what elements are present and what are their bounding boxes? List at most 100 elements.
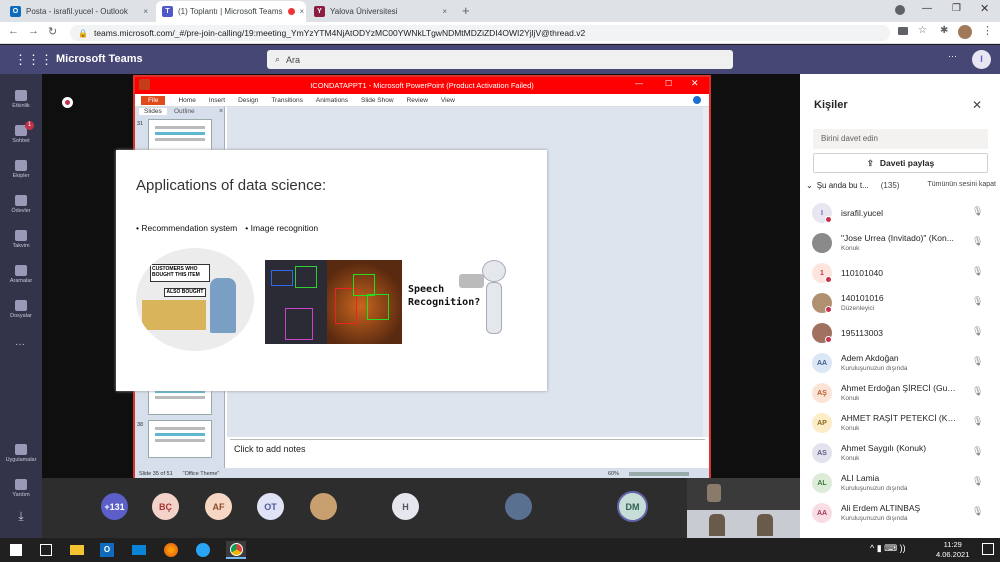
- close-icon[interactable]: ×: [442, 7, 447, 16]
- ribbon-tab-0[interactable]: File: [141, 95, 166, 105]
- rail-item-3[interactable]: Ödevler: [0, 187, 42, 221]
- url-field[interactable]: 🔒 teams.microsoft.com/_#/pre-join-callin…: [70, 25, 890, 41]
- zoom-level[interactable]: 60%: [608, 471, 619, 477]
- in-meeting-header[interactable]: ⌄ Şu anda bu t... (135) Tümünün sesini k…: [806, 181, 996, 190]
- participant-item[interactable]: AL ALI Lamia Kuruluşunuzun dışında 🎙: [812, 473, 992, 501]
- ribbon-tab-7[interactable]: Review: [407, 97, 428, 104]
- mic-muted-icon[interactable]: 🎙: [972, 296, 984, 308]
- ribbon-tab-6[interactable]: Slide Show: [361, 97, 394, 104]
- call-participant-avatar[interactable]: OT: [257, 493, 284, 520]
- close-icon[interactable]: ×: [143, 7, 148, 16]
- participant-item[interactable]: AS Ahmet Saygılı (Konuk) Konuk 🎙: [812, 443, 992, 471]
- call-participant-avatar[interactable]: BÇ: [152, 493, 179, 520]
- participant-item[interactable]: AA Ali Erdem ALTINBAŞ Kuruluşunuzun dışınd…: [812, 503, 992, 531]
- ppt-close-icon[interactable]: ✕: [691, 78, 699, 89]
- ribbon-tab-8[interactable]: View: [441, 97, 455, 104]
- task-view-icon[interactable]: [40, 544, 52, 556]
- rail-item-1[interactable]: Sohbet 1: [0, 117, 42, 151]
- call-participant-avatar[interactable]: H: [392, 493, 419, 520]
- back-icon[interactable]: ←: [8, 25, 19, 37]
- forward-icon[interactable]: →: [28, 25, 39, 37]
- mic-muted-icon[interactable]: 🎙: [972, 206, 984, 218]
- outlook-taskbar-icon[interactable]: O: [100, 543, 114, 557]
- mic-muted-icon[interactable]: 🎙: [972, 236, 984, 248]
- mic-muted-icon[interactable]: 🎙: [972, 356, 984, 368]
- new-tab-button[interactable]: +: [462, 3, 470, 18]
- participant-item[interactable]: AA Adem Akdoğan Kuruluşunuzun dışında 🎙: [812, 353, 992, 381]
- notes-pane[interactable]: Click to add notes: [230, 439, 705, 467]
- more-icon[interactable]: ···: [948, 51, 957, 61]
- rail-item-5[interactable]: Aramalar: [0, 257, 42, 291]
- notifications-icon[interactable]: [982, 543, 994, 555]
- share-invite-button[interactable]: ⇪ Daveti paylaş: [813, 153, 988, 173]
- menu-icon[interactable]: ⋮: [982, 24, 993, 37]
- mic-muted-icon[interactable]: 🎙: [972, 506, 984, 518]
- participant-item[interactable]: 195113003 🎙: [812, 323, 992, 351]
- mute-all-button[interactable]: Tümünün sesini kapat: [928, 181, 996, 190]
- mic-muted-icon[interactable]: 🎙: [972, 416, 984, 428]
- participant-item[interactable]: "Jose Urrea (Invitado)" (Kon... Konuk 🎙: [812, 233, 992, 261]
- rail-item-0[interactable]: Etkinlik: [0, 82, 42, 116]
- mic-muted-icon[interactable]: 🎙: [972, 326, 984, 338]
- rail-item-6[interactable]: Dosyalar: [0, 292, 42, 326]
- mic-muted-icon[interactable]: 🎙: [972, 446, 984, 458]
- rail-item-7[interactable]: ···: [0, 327, 42, 361]
- system-tray-icons[interactable]: ^ ▮ ⌨ )): [870, 543, 906, 554]
- video-tile[interactable]: [687, 478, 800, 538]
- scrollbar[interactable]: [703, 107, 709, 437]
- call-participant-avatar[interactable]: [310, 493, 337, 520]
- call-participant-avatar[interactable]: AF: [205, 493, 232, 520]
- ppt-maximize-icon[interactable]: ☐: [665, 79, 672, 88]
- window-close-icon[interactable]: ✕: [980, 2, 989, 15]
- rail-item-4[interactable]: Takvim: [0, 222, 42, 256]
- extensions-icon[interactable]: ✱: [940, 25, 948, 36]
- reload-icon[interactable]: ↻: [48, 25, 57, 38]
- participant-item[interactable]: 140101016 Düzenleyici 🎙: [812, 293, 992, 321]
- windows-start-icon[interactable]: [10, 544, 22, 556]
- profile-avatar[interactable]: [958, 25, 972, 39]
- zoom-slider[interactable]: [629, 471, 689, 476]
- ribbon-tab-1[interactable]: Home: [178, 97, 195, 104]
- chrome-taskbar-button[interactable]: [226, 541, 246, 559]
- download-icon[interactable]: ⤓: [12, 509, 30, 525]
- clock[interactable]: 11:29 4.06.2021: [936, 540, 969, 560]
- camera-icon[interactable]: [898, 27, 908, 35]
- ribbon-tab-3[interactable]: Design: [238, 97, 258, 104]
- rail-item-2[interactable]: Ekipler: [0, 152, 42, 186]
- participant-item[interactable]: AŞ Ahmet Erdoğan ŞİRECİ (Gue... Konuk 🎙: [812, 383, 992, 411]
- participant-item[interactable]: Iisrafil.yucel 🎙: [812, 203, 992, 231]
- edge-icon[interactable]: [196, 543, 210, 557]
- close-icon[interactable]: ×: [300, 7, 305, 16]
- media-icon[interactable]: [895, 5, 905, 15]
- participant-item[interactable]: AP AHMET RAŞİT PETEKCİ (Kon... Konuk 🎙: [812, 413, 992, 441]
- outline-tab[interactable]: Outline: [169, 108, 200, 115]
- invite-input[interactable]: Birini davet edin: [813, 129, 988, 149]
- file-explorer-icon[interactable]: [70, 545, 84, 555]
- user-avatar[interactable]: I: [972, 50, 991, 69]
- app-launcher-icon[interactable]: ⋮⋮⋮: [14, 52, 53, 68]
- mic-muted-icon[interactable]: 🎙: [972, 476, 984, 488]
- search-input[interactable]: ⌕ Ara: [267, 50, 733, 69]
- slides-tab[interactable]: Slides: [139, 108, 167, 115]
- minimize-icon[interactable]: —: [922, 3, 932, 14]
- maximize-icon[interactable]: ❐: [952, 3, 961, 14]
- mic-muted-icon[interactable]: 🎙: [972, 386, 984, 398]
- tab-teams[interactable]: T (1) Toplantı | Microsoft Teams ×: [156, 1, 306, 22]
- slide-thumbnail[interactable]: [148, 420, 212, 458]
- call-participant-avatar[interactable]: [505, 493, 532, 520]
- tab-outlook[interactable]: O Posta - israfil.yucel - Outlook ×: [4, 1, 154, 22]
- ribbon-tab-5[interactable]: Animations: [316, 97, 348, 104]
- call-participant-avatar[interactable]: +131: [101, 493, 128, 520]
- participant-item[interactable]: 1 110101040 🎙: [812, 263, 992, 291]
- call-participant-avatar[interactable]: DM: [617, 491, 648, 522]
- ppt-minimize-icon[interactable]: —: [635, 79, 643, 88]
- mail-icon[interactable]: [132, 545, 146, 555]
- firefox-icon[interactable]: [164, 543, 178, 557]
- close-panel-icon[interactable]: ✕: [972, 98, 982, 112]
- help-icon[interactable]: [693, 96, 701, 104]
- star-icon[interactable]: ☆: [918, 25, 927, 36]
- rail-bottom-item-1[interactable]: Yardım: [0, 471, 42, 505]
- tab-yalova[interactable]: Y Yalova Üniversitesi ×: [308, 1, 453, 22]
- rail-bottom-item-0[interactable]: Uygulamalar: [0, 436, 42, 470]
- ribbon-tab-2[interactable]: Insert: [209, 97, 225, 104]
